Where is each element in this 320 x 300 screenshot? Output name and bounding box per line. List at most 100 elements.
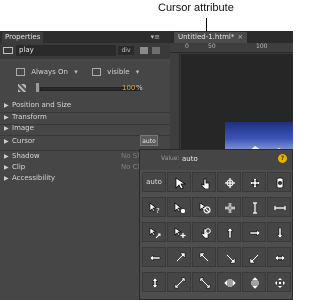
category-position-size[interactable]: ▶ Position and Size <box>0 100 170 111</box>
cursor-value-button[interactable]: auto <box>140 135 158 146</box>
opacity-slider-thumb[interactable] <box>36 83 39 92</box>
n-resize-cursor-icon <box>226 227 234 239</box>
help-cursor-icon: ? <box>149 202 160 214</box>
chevron-down-icon[interactable]: ▾ <box>136 66 140 78</box>
cursor-option-w-resize[interactable] <box>142 247 166 267</box>
default-cursor-icon <box>175 177 186 189</box>
opacity-unit: % <box>136 84 143 92</box>
element-type-label: div <box>118 46 134 55</box>
ns-resize-cursor-icon <box>151 277 159 289</box>
document-tab-label: Untitled-1.html* <box>178 33 235 41</box>
value-label: Value: <box>161 155 180 162</box>
cell-cursor-icon <box>225 203 235 213</box>
cursor-option-e-resize[interactable] <box>242 222 266 242</box>
visibility-icon <box>91 68 101 76</box>
expand-triangle-icon: ▶ <box>4 138 9 145</box>
chevron-down-icon[interactable]: ▾ <box>74 66 78 78</box>
cursor-option-default[interactable] <box>167 172 191 192</box>
ew-resize-cursor-icon <box>274 254 286 262</box>
e-resize-cursor-icon <box>249 229 261 237</box>
row-resize-cursor-icon <box>251 277 259 289</box>
pointer-cursor-icon <box>201 178 210 189</box>
cursor-option-s-resize[interactable] <box>267 222 291 242</box>
tab-properties[interactable]: Properties <box>2 32 44 43</box>
tab-untitled-document[interactable]: Untitled-1.html* × <box>174 32 248 43</box>
category-transform[interactable]: ▶ Transform <box>0 112 170 123</box>
all-scroll-cursor-icon <box>275 278 285 288</box>
cursor-option-nesw-resize[interactable] <box>167 272 191 292</box>
cursor-option-progress[interactable] <box>167 197 191 217</box>
cursor-option-nw-resize[interactable] <box>192 247 216 267</box>
category-image[interactable]: ▶ Image <box>0 123 170 134</box>
move-cursor-icon <box>249 177 261 189</box>
cursor-option-copy[interactable] <box>167 222 191 242</box>
cursor-option-nwse-resize[interactable] <box>192 272 216 292</box>
w-resize-cursor-icon <box>149 254 161 262</box>
nwse-resize-cursor-icon <box>199 277 211 289</box>
ruler-tick-label: 0 <box>185 43 189 50</box>
text-cursor-icon <box>253 202 257 214</box>
visibility-dropdown[interactable]: visible <box>107 66 129 78</box>
cursor-option-ne-resize[interactable] <box>167 247 191 267</box>
overflow-dropdown[interactable]: Always On <box>31 66 68 78</box>
overflow-icon <box>16 68 25 76</box>
opacity-row: 100 % <box>18 82 158 94</box>
element-thumbnail-icon <box>3 47 13 54</box>
expand-triangle-icon: ▶ <box>4 164 9 171</box>
horizontal-ruler[interactable]: 0 50 100 <box>170 43 293 53</box>
panel-menu-icon[interactable]: ▾≡ <box>151 32 160 42</box>
link-icon[interactable] <box>140 47 148 54</box>
cursor-option-cell[interactable] <box>217 197 241 217</box>
ne-resize-cursor-icon <box>175 252 186 263</box>
cursor-picker-header: Value: auto ? <box>140 150 292 170</box>
ruler-tick-label: 100 <box>256 43 268 50</box>
help-icon[interactable]: ? <box>278 154 287 163</box>
cursor-option-col-resize[interactable] <box>217 272 241 292</box>
overflow-visibility-row: Always On ▾ visible ▾ <box>16 66 139 78</box>
not-allowed-cursor-icon <box>199 202 211 214</box>
cursor-option-crosshair[interactable] <box>217 172 241 192</box>
cursor-option-ns-resize[interactable] <box>142 272 166 292</box>
close-icon[interactable]: × <box>237 33 243 41</box>
cursor-option-vertical-text[interactable] <box>267 197 291 217</box>
callout-label: Cursor attribute <box>158 2 234 14</box>
expand-triangle-icon: ▶ <box>4 153 9 160</box>
cursor-option-alias[interactable] <box>142 222 166 242</box>
cursor-option-row-resize[interactable] <box>242 272 266 292</box>
document-tab-bar: Untitled-1.html* × <box>170 31 293 43</box>
cursor-value-field[interactable]: auto <box>182 154 212 164</box>
cursor-option-no-drop[interactable] <box>192 222 216 242</box>
cursor-option-text[interactable] <box>242 197 266 217</box>
alias-cursor-icon <box>149 227 161 239</box>
cursor-option-ew-resize[interactable] <box>267 247 291 267</box>
progress-cursor-icon <box>174 202 186 214</box>
cursor-option-move[interactable] <box>242 172 266 192</box>
cursor-option-wait[interactable] <box>267 172 291 192</box>
element-name-field[interactable]: play <box>16 45 116 56</box>
se-resize-cursor-icon <box>225 253 236 264</box>
cursor-option-n-resize[interactable] <box>217 222 241 242</box>
cursor-option-pointer[interactable] <box>192 172 216 192</box>
ruler-tick-label: 50 <box>208 43 216 50</box>
element-row: play div <box>0 43 170 59</box>
cursor-option-se-resize[interactable] <box>217 247 241 267</box>
opacity-icon <box>18 84 26 92</box>
no-drop-cursor-icon <box>201 228 211 239</box>
s-resize-cursor-icon <box>276 227 284 239</box>
cursor-option-not-allowed[interactable] <box>192 197 216 217</box>
svg-text:?: ? <box>156 207 160 214</box>
class-icon[interactable] <box>152 47 160 54</box>
cursor-option-all-scroll[interactable] <box>267 272 291 292</box>
cursor-option-help[interactable]: ? <box>142 197 166 217</box>
cursor-option-auto[interactable]: auto <box>142 172 166 192</box>
crosshair-cursor-icon <box>225 178 235 188</box>
cursor-option-sw-resize[interactable] <box>242 247 266 267</box>
vertical-text-cursor-icon <box>274 206 286 210</box>
design-canvas[interactable] <box>181 54 293 164</box>
auto-option-label: auto <box>146 178 162 186</box>
opacity-value[interactable]: 100 <box>122 82 135 94</box>
col-resize-cursor-icon <box>224 279 236 287</box>
copy-cursor-icon <box>174 227 186 238</box>
expand-triangle-icon: ▶ <box>4 102 9 109</box>
nw-resize-cursor-icon <box>199 252 210 263</box>
